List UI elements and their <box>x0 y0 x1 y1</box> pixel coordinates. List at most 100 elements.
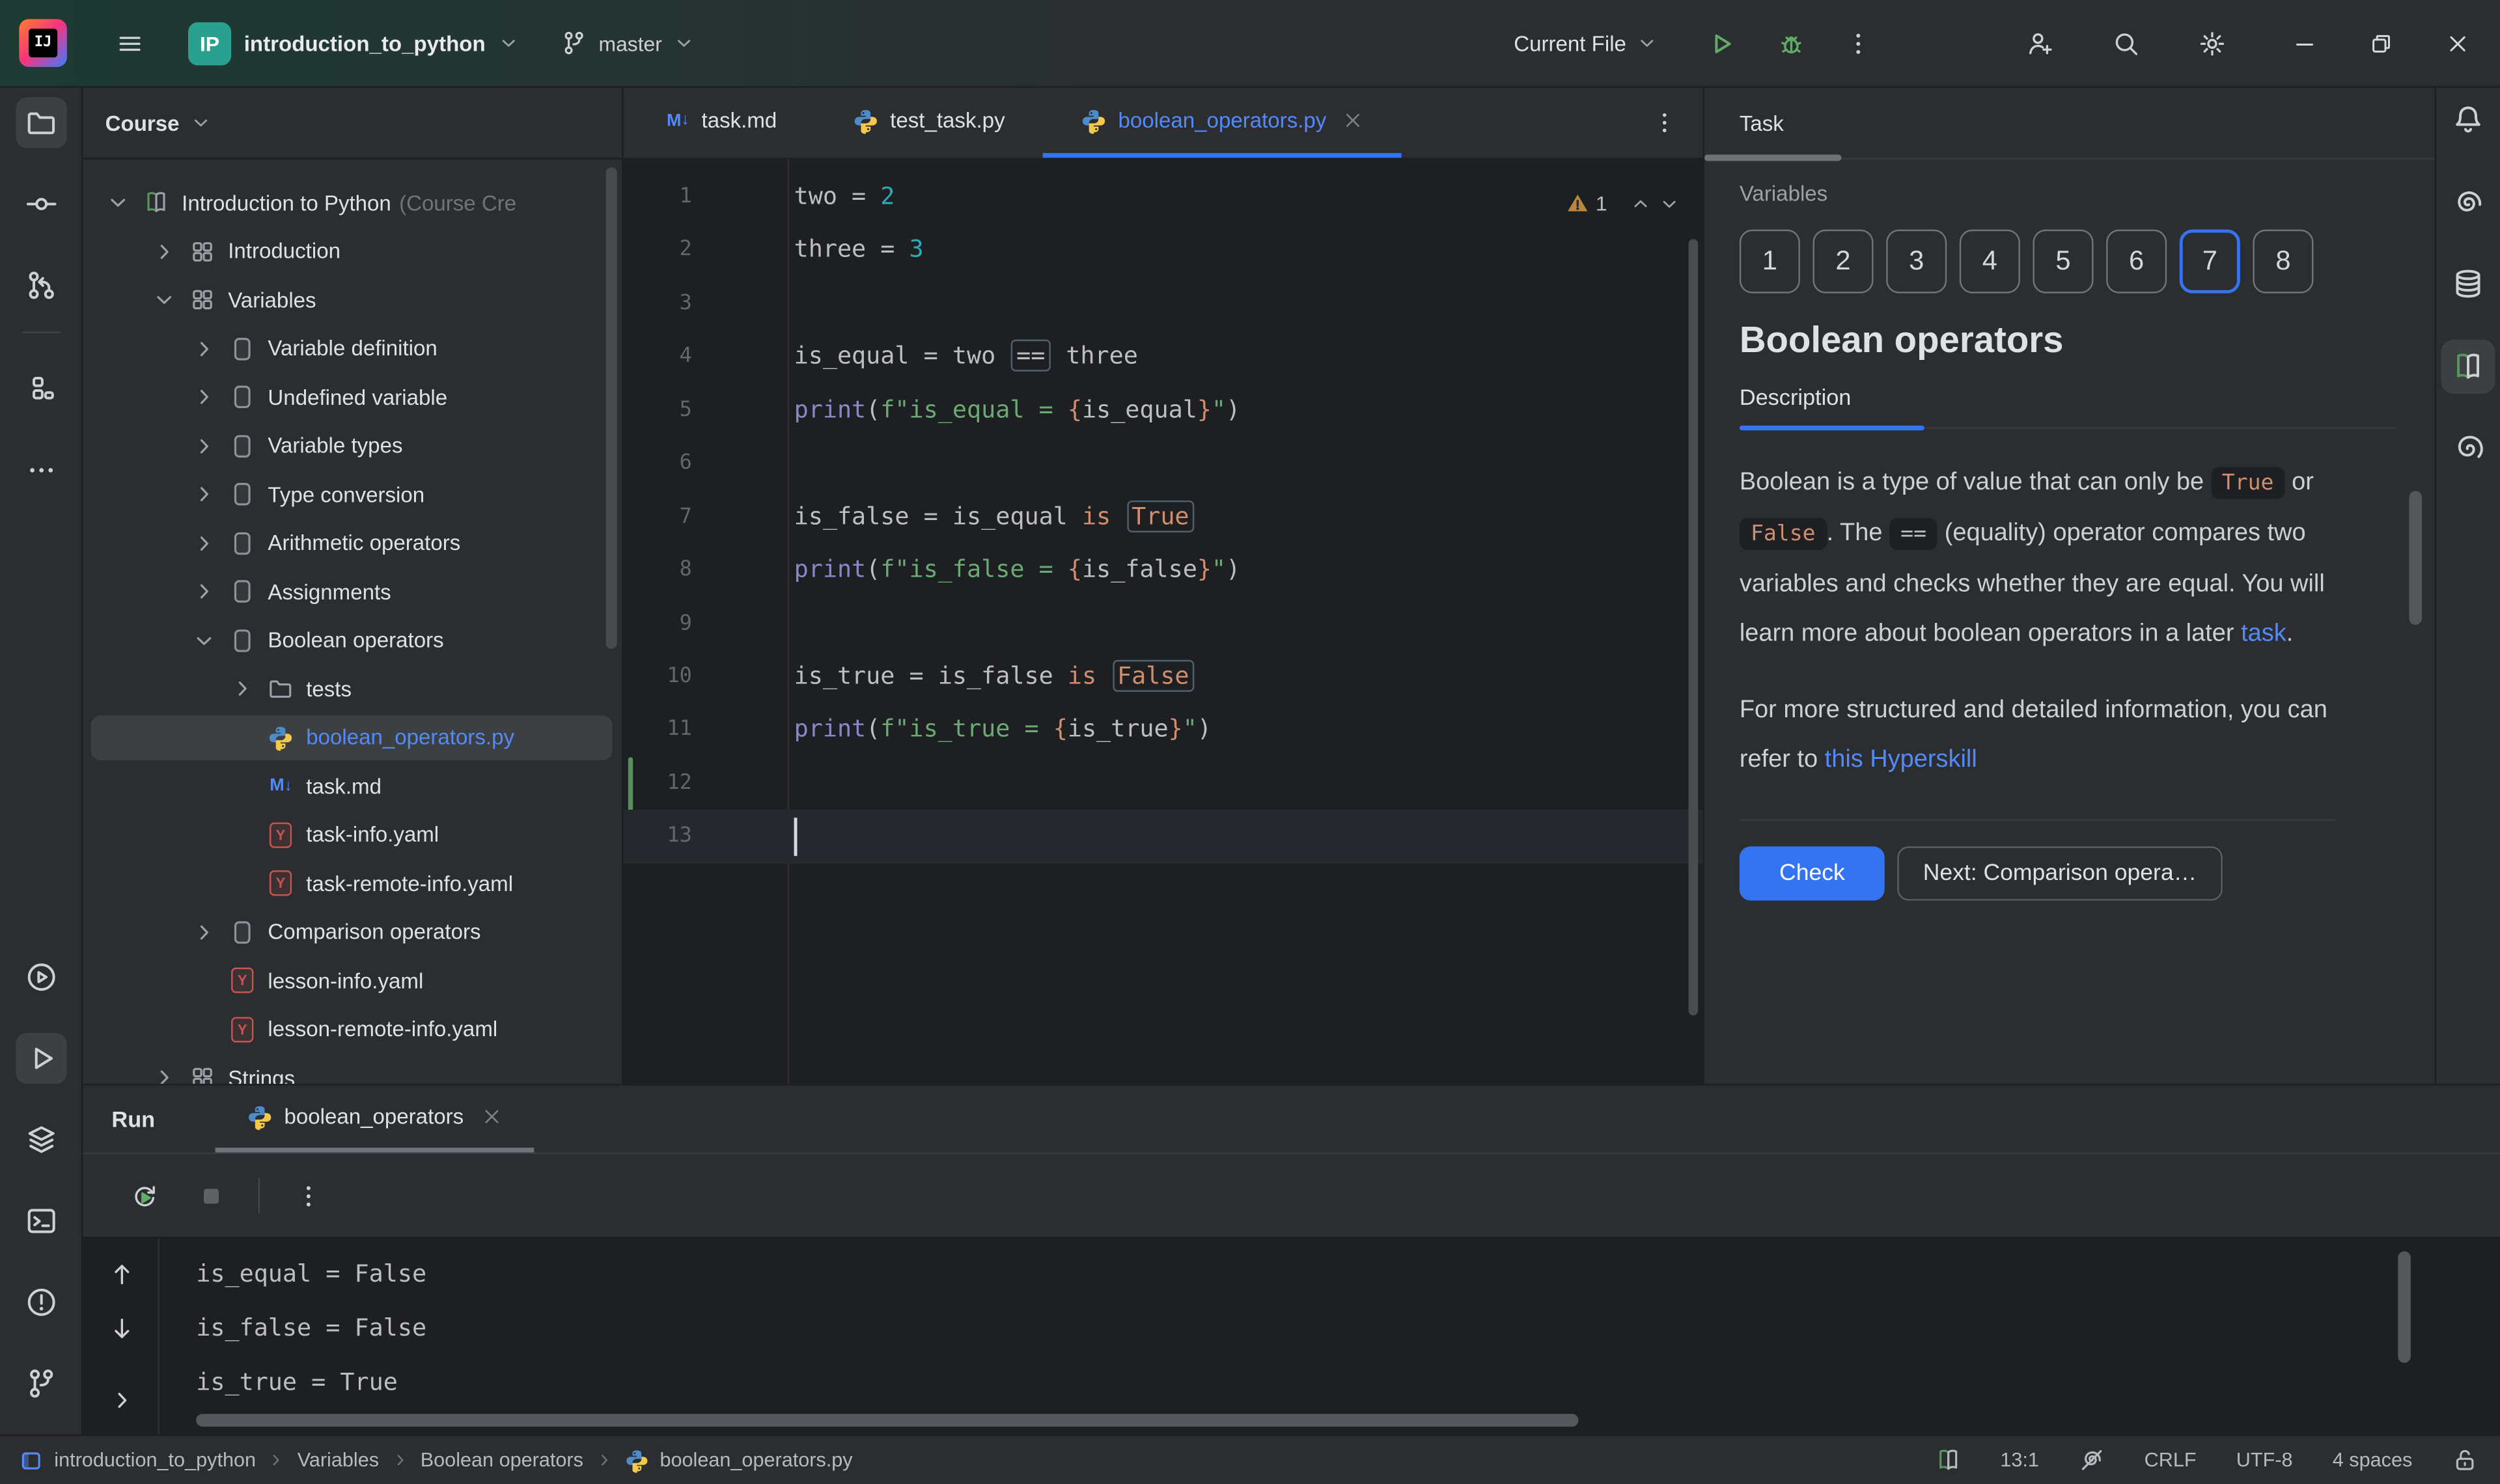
description-tab[interactable]: Description <box>1740 384 2396 429</box>
ai-assistant-icon[interactable] <box>2441 177 2495 231</box>
tree-item-comparison-operators[interactable]: Comparison operators <box>83 908 622 957</box>
code-line-13[interactable]: 13 <box>624 810 1703 864</box>
prev-occurrence-button[interactable] <box>99 1251 144 1296</box>
tree-item-variable-types[interactable]: Variable types <box>83 422 622 471</box>
code-editor[interactable]: 1two = 22three = 334is_equal = two == th… <box>624 159 1703 1084</box>
next-occurrence-button[interactable] <box>99 1306 144 1351</box>
close-button[interactable] <box>2430 16 2484 70</box>
step-card-5[interactable]: 5 <box>2033 230 2093 294</box>
run-button[interactable] <box>1693 16 1747 70</box>
indent[interactable]: 4 spaces <box>2333 1449 2413 1471</box>
restore-button[interactable] <box>2354 16 2408 70</box>
pull-request-icon[interactable] <box>16 260 66 310</box>
tree-item-undefined-variable[interactable]: Undefined variable <box>83 373 622 422</box>
run-tab[interactable]: boolean_operators <box>215 1086 534 1153</box>
chevron-right-icon[interactable] <box>191 579 217 605</box>
editor-tab-task-md[interactable]: M↓task.md <box>626 88 815 158</box>
code-with-me-button[interactable] <box>2012 16 2066 70</box>
step-card-6[interactable]: 6 <box>2106 230 2167 294</box>
folder-icon[interactable] <box>16 97 66 148</box>
tree-item-variable-definition[interactable]: Variable definition <box>83 324 622 373</box>
console-v-scrollbar[interactable] <box>2398 1251 2411 1362</box>
code-line-2[interactable]: 2three = 3 <box>624 224 1703 277</box>
chevron-right-icon[interactable] <box>191 336 217 361</box>
editor-scrollbar[interactable] <box>1688 239 1698 1015</box>
task-tab-label[interactable]: Task <box>1740 111 1784 135</box>
tree-item-task-info-yaml[interactable]: Ytask-info.yaml <box>83 810 622 859</box>
caret-position[interactable]: 13:1 <box>2000 1449 2039 1471</box>
breadcrumb-item[interactable]: introduction_to_python <box>54 1449 256 1471</box>
debug-button[interactable] <box>1764 16 1818 70</box>
inspections-widget[interactable]: 1 <box>1565 191 1680 215</box>
tree-item-introduction[interactable]: Introduction <box>83 227 622 276</box>
chevron-up-icon[interactable] <box>1630 192 1652 214</box>
course-progress-icon[interactable] <box>1935 1448 1960 1473</box>
problems-icon[interactable] <box>16 1277 66 1328</box>
chevron-down-icon[interactable] <box>152 287 177 312</box>
tree-item-type-conversion[interactable]: Type conversion <box>83 470 622 519</box>
step-card-4[interactable]: 4 <box>1960 230 2020 294</box>
tree-item-task-md[interactable]: M↓task.md <box>83 762 622 811</box>
chevron-right-icon[interactable] <box>152 1065 177 1084</box>
vcs-branch-widget[interactable]: master <box>562 31 695 56</box>
play-circle-icon[interactable] <box>16 952 66 1002</box>
step-card-2[interactable]: 2 <box>1812 230 1873 294</box>
code-line-11[interactable]: 11print(f"is_true = {is_true}") <box>624 704 1703 757</box>
git-branch-icon[interactable] <box>16 1358 66 1409</box>
tree-item-boolean-operators-py[interactable]: boolean_operators.py <box>83 713 622 762</box>
chevron-right-icon[interactable] <box>191 385 217 410</box>
code-line-1[interactable]: 1two = 2 <box>624 171 1703 224</box>
step-card-8[interactable]: 8 <box>2253 230 2313 294</box>
description-scrollbar[interactable] <box>2409 491 2422 625</box>
chevron-right-icon[interactable] <box>230 676 255 702</box>
chevron-right-icon[interactable] <box>191 530 217 556</box>
commit-icon[interactable] <box>16 178 66 229</box>
rerun-button[interactable] <box>121 1173 166 1218</box>
editor-tab-boolean-operators-py[interactable]: boolean_operators.py <box>1043 88 1401 158</box>
terminal-icon[interactable] <box>16 1196 66 1246</box>
next-task-button[interactable]: Next: Comparison opera… <box>1898 846 2223 900</box>
chevron-down-icon[interactable] <box>1658 192 1680 214</box>
stop-button[interactable] <box>188 1173 233 1218</box>
tree-item-boolean-operators[interactable]: Boolean operators <box>83 616 622 665</box>
tree-item-task-remote-info-yaml[interactable]: Ytask-remote-info.yaml <box>83 859 622 908</box>
ai-status-icon[interactable] <box>2079 1448 2104 1473</box>
code-line-10[interactable]: 10is_true = is_false is False <box>624 650 1703 704</box>
tree-item-variables[interactable]: Variables <box>83 276 622 325</box>
code-line-7[interactable]: 7is_false = is_equal is True <box>624 490 1703 543</box>
main-menu-button[interactable] <box>102 16 156 70</box>
minimize-button[interactable] <box>2277 16 2331 70</box>
line-separator[interactable]: CRLF <box>2145 1449 2197 1471</box>
tree-item-lesson-remote-info-yaml[interactable]: Ylesson-remote-info.yaml <box>83 1005 622 1054</box>
python-console-icon[interactable] <box>2441 421 2495 475</box>
course-panel-header[interactable]: Course <box>83 88 622 159</box>
services-icon[interactable] <box>16 1114 66 1165</box>
code-line-6[interactable]: 6 <box>624 437 1703 490</box>
encoding[interactable]: UTF-8 <box>2236 1449 2293 1471</box>
tab-options-button[interactable] <box>1642 100 1687 145</box>
chevron-right-icon[interactable] <box>191 433 217 459</box>
step-card-3[interactable]: 3 <box>1886 230 1947 294</box>
tree-item-assignments[interactable]: Assignments <box>83 568 622 616</box>
run-icon[interactable] <box>16 1033 66 1084</box>
more-run-options-button[interactable] <box>1830 16 1884 70</box>
tree-item-introduction-to-python[interactable]: Introduction to Python (Course Cre <box>83 178 622 227</box>
search-everywhere-button[interactable] <box>2098 16 2152 70</box>
check-button[interactable]: Check <box>1740 846 1885 900</box>
tree-item-strings[interactable]: Strings <box>83 1054 622 1084</box>
project-widget[interactable]: IP introduction_to_python <box>188 21 521 64</box>
close-icon[interactable] <box>481 1106 502 1127</box>
course-book-icon[interactable] <box>2441 340 2495 394</box>
tree-item-tests[interactable]: tests <box>83 665 622 713</box>
chevron-right-icon[interactable] <box>191 919 217 944</box>
step-card-1[interactable]: 1 <box>1740 230 1800 294</box>
console-h-scrollbar[interactable] <box>196 1414 1578 1427</box>
code-line-5[interactable]: 5print(f"is_equal = {is_equal}") <box>624 384 1703 437</box>
file-writable-icon[interactable] <box>2452 1448 2478 1473</box>
close-icon[interactable] <box>1342 110 1363 131</box>
link[interactable]: this Hyperskill <box>1825 746 1977 773</box>
tree-item-lesson-info-yaml[interactable]: Ylesson-info.yaml <box>83 956 622 1005</box>
link[interactable]: task <box>2241 620 2286 648</box>
chevron-down-icon[interactable] <box>191 627 217 653</box>
run-console[interactable]: is_equal = Falseis_false = Falseis_true … <box>83 1237 2500 1435</box>
